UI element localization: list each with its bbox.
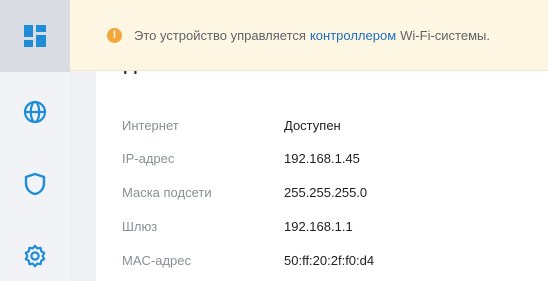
row-label: IP-адрес: [122, 150, 175, 166]
notice-banner: ! Это устройство управляется контроллеро…: [70, 0, 548, 71]
row-label: Шлюз: [122, 218, 158, 234]
info-row-subnet-mask: Маска подсети 255.255.255.0: [122, 182, 367, 202]
banner-text: Это устройство управляется: [134, 27, 306, 43]
info-row-mac-address: MAC-адрес 50:ff:20:2f:f0:d4: [122, 250, 374, 270]
info-row-ip-address: IP-адрес 192.168.1.45: [122, 148, 360, 168]
row-value: 50:ff:20:2f:f0:d4: [284, 252, 375, 268]
row-value: 192.168.1.45: [284, 150, 360, 166]
sidebar-item-security[interactable]: [0, 148, 70, 220]
shield-icon: [24, 172, 46, 196]
row-label: MAC-адрес: [122, 252, 191, 268]
sidebar-item-dashboard[interactable]: [0, 0, 70, 72]
globe-icon: [23, 100, 47, 124]
row-value: 255.255.255.0: [284, 184, 368, 200]
controller-link[interactable]: контроллером: [310, 28, 396, 43]
sidebar-item-internet[interactable]: [0, 76, 70, 148]
sidebar: [0, 0, 70, 281]
banner-text-end: Wi-Fi-системы.: [400, 27, 490, 43]
sidebar-item-settings[interactable]: [0, 220, 70, 281]
row-label: Маска подсети: [122, 184, 212, 200]
row-value: Доступен: [284, 117, 341, 133]
info-row-gateway: Шлюз 192.168.1.1: [122, 216, 353, 236]
app-window: Д ! Это устройство управляется контролле…: [0, 0, 548, 281]
row-label: Интернет: [122, 117, 179, 133]
gear-icon: [24, 244, 46, 268]
dashboard-icon: [24, 25, 46, 47]
info-icon: !: [107, 27, 122, 43]
info-row-internet: Интернет Доступен: [122, 115, 341, 135]
row-value: 192.168.1.1: [284, 218, 353, 234]
